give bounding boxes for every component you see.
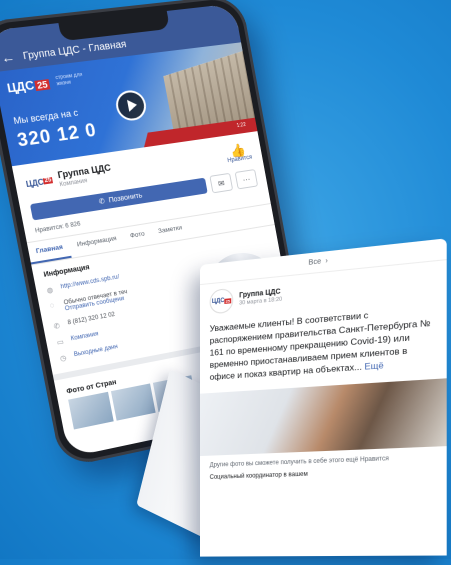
photo-thumbnail[interactable] — [68, 392, 114, 430]
see-more-link[interactable]: Ещё — [364, 360, 383, 372]
photo-thumbnail[interactable] — [111, 383, 156, 420]
feed-ribbon: Все › ЦДС 25 Группа ЦДС 30 марта в 18:20 … — [160, 245, 451, 565]
chevron-right-icon: › — [325, 257, 327, 265]
phone-small-icon: ✆ — [53, 321, 63, 330]
feed-post-card: Все › ЦДС 25 Группа ЦДС 30 марта в 18:20 … — [200, 238, 447, 556]
phone-icon: ✆ — [98, 197, 105, 206]
globe-icon: ◍ — [46, 285, 56, 294]
post-photo[interactable] — [200, 378, 447, 456]
avatar[interactable]: ЦДС 25 — [210, 288, 234, 315]
play-icon[interactable] — [114, 89, 149, 123]
messenger-small-icon: ◌ — [49, 302, 58, 310]
more-icon[interactable]: ··· — [235, 169, 259, 189]
clock-icon: ◷ — [59, 353, 69, 362]
cover-tagline: строим для жизни — [55, 70, 97, 87]
cover-logo: ЦДС25 — [6, 76, 51, 95]
like-button[interactable]: 👍 Нравится — [224, 142, 253, 164]
briefcase-icon: ▭ — [56, 337, 66, 346]
page-logo[interactable]: ЦДС 25 — [24, 169, 55, 195]
messenger-icon[interactable]: ✉ — [209, 173, 233, 194]
back-arrow-icon[interactable]: ← — [0, 50, 16, 65]
